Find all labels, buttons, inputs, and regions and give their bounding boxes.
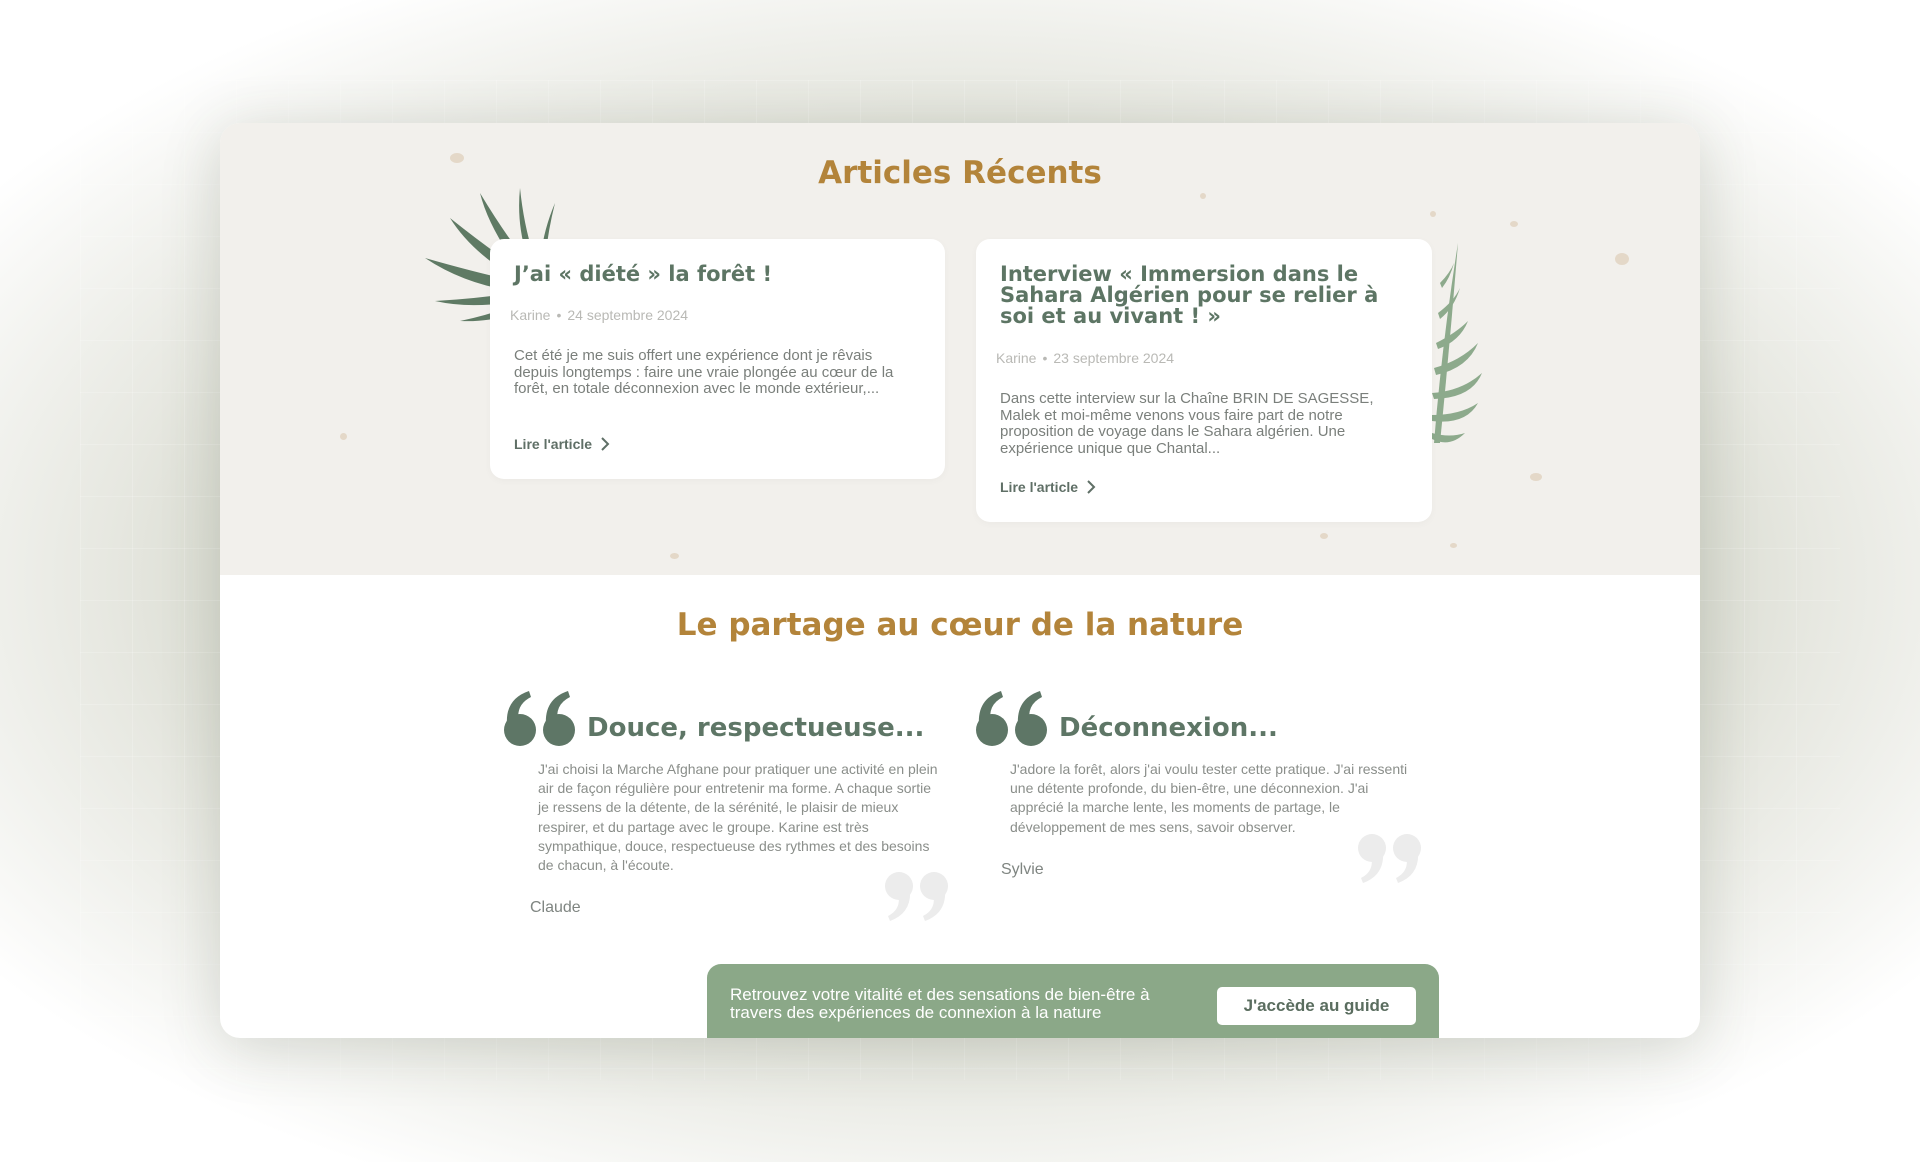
testimonials-title: Le partage au cœur de la nature — [676, 607, 1244, 643]
article-card[interactable]: J’ai « diété » la forêt ! Karine • 24 sept… — [490, 239, 945, 479]
meta-separator: • — [1042, 350, 1048, 366]
close-quote-icon — [885, 872, 948, 921]
article-title[interactable]: Interview « Immersion dans le Sahara Alg… — [1000, 264, 1408, 327]
page-frame: Articles Récents J’ai « diété » la forêt… — [220, 123, 1700, 1038]
article-excerpt: Cet été je me suis offert une expérience… — [514, 347, 894, 397]
guide-access-button[interactable]: J'accède au guide — [1217, 987, 1416, 1025]
read-article-link[interactable]: Lire l'article — [1000, 479, 1096, 495]
close-quote-icon — [1358, 834, 1421, 883]
open-quote-icon — [504, 691, 575, 746]
read-article-label[interactable]: Lire l'article — [1000, 479, 1078, 495]
testimonial-author: Sylvie — [1001, 861, 1044, 878]
testimonial-text: J'adore la forêt, alors j'ai voulu teste… — [1010, 761, 1408, 835]
testimonial-text: J'ai choisi la Marche Afghane pour prati… — [538, 761, 938, 874]
testimonial-title: Douce, respectueuse... — [587, 713, 925, 743]
recent-articles-section: Articles Récents J’ai « diété » la forêt… — [220, 123, 1700, 575]
testimonial-title: Déconnexion... — [1059, 713, 1278, 743]
article-excerpt: Dans cette interview sur la Chaîne BRIN … — [1000, 390, 1374, 457]
article-card[interactable]: Interview « Immersion dans le Sahara Alg… — [976, 239, 1432, 522]
cta-banner: Retrouvez votre vitalité et des sensatio… — [707, 964, 1439, 1038]
article-author: Karine — [996, 350, 1037, 366]
read-article-link[interactable]: Lire l'article — [514, 436, 610, 452]
article-author: Karine — [510, 307, 551, 323]
article-meta: Karine • 23 septembre 2024 — [996, 350, 1174, 366]
cta-text: Retrouvez votre vitalité et des sensatio… — [730, 985, 1150, 1022]
chevron-right-icon — [601, 437, 610, 451]
chevron-right-icon — [1087, 480, 1096, 494]
article-date: 24 septembre 2024 — [567, 307, 689, 323]
read-article-label[interactable]: Lire l'article — [514, 436, 592, 452]
open-quote-icon — [976, 691, 1047, 746]
testimonial-author: Claude — [530, 899, 581, 916]
article-date: 23 septembre 2024 — [1053, 350, 1175, 366]
meta-separator: • — [556, 307, 562, 323]
article-title[interactable]: J’ai « diété » la forêt ! — [514, 264, 921, 285]
article-meta: Karine • 24 septembre 2024 — [510, 307, 688, 323]
